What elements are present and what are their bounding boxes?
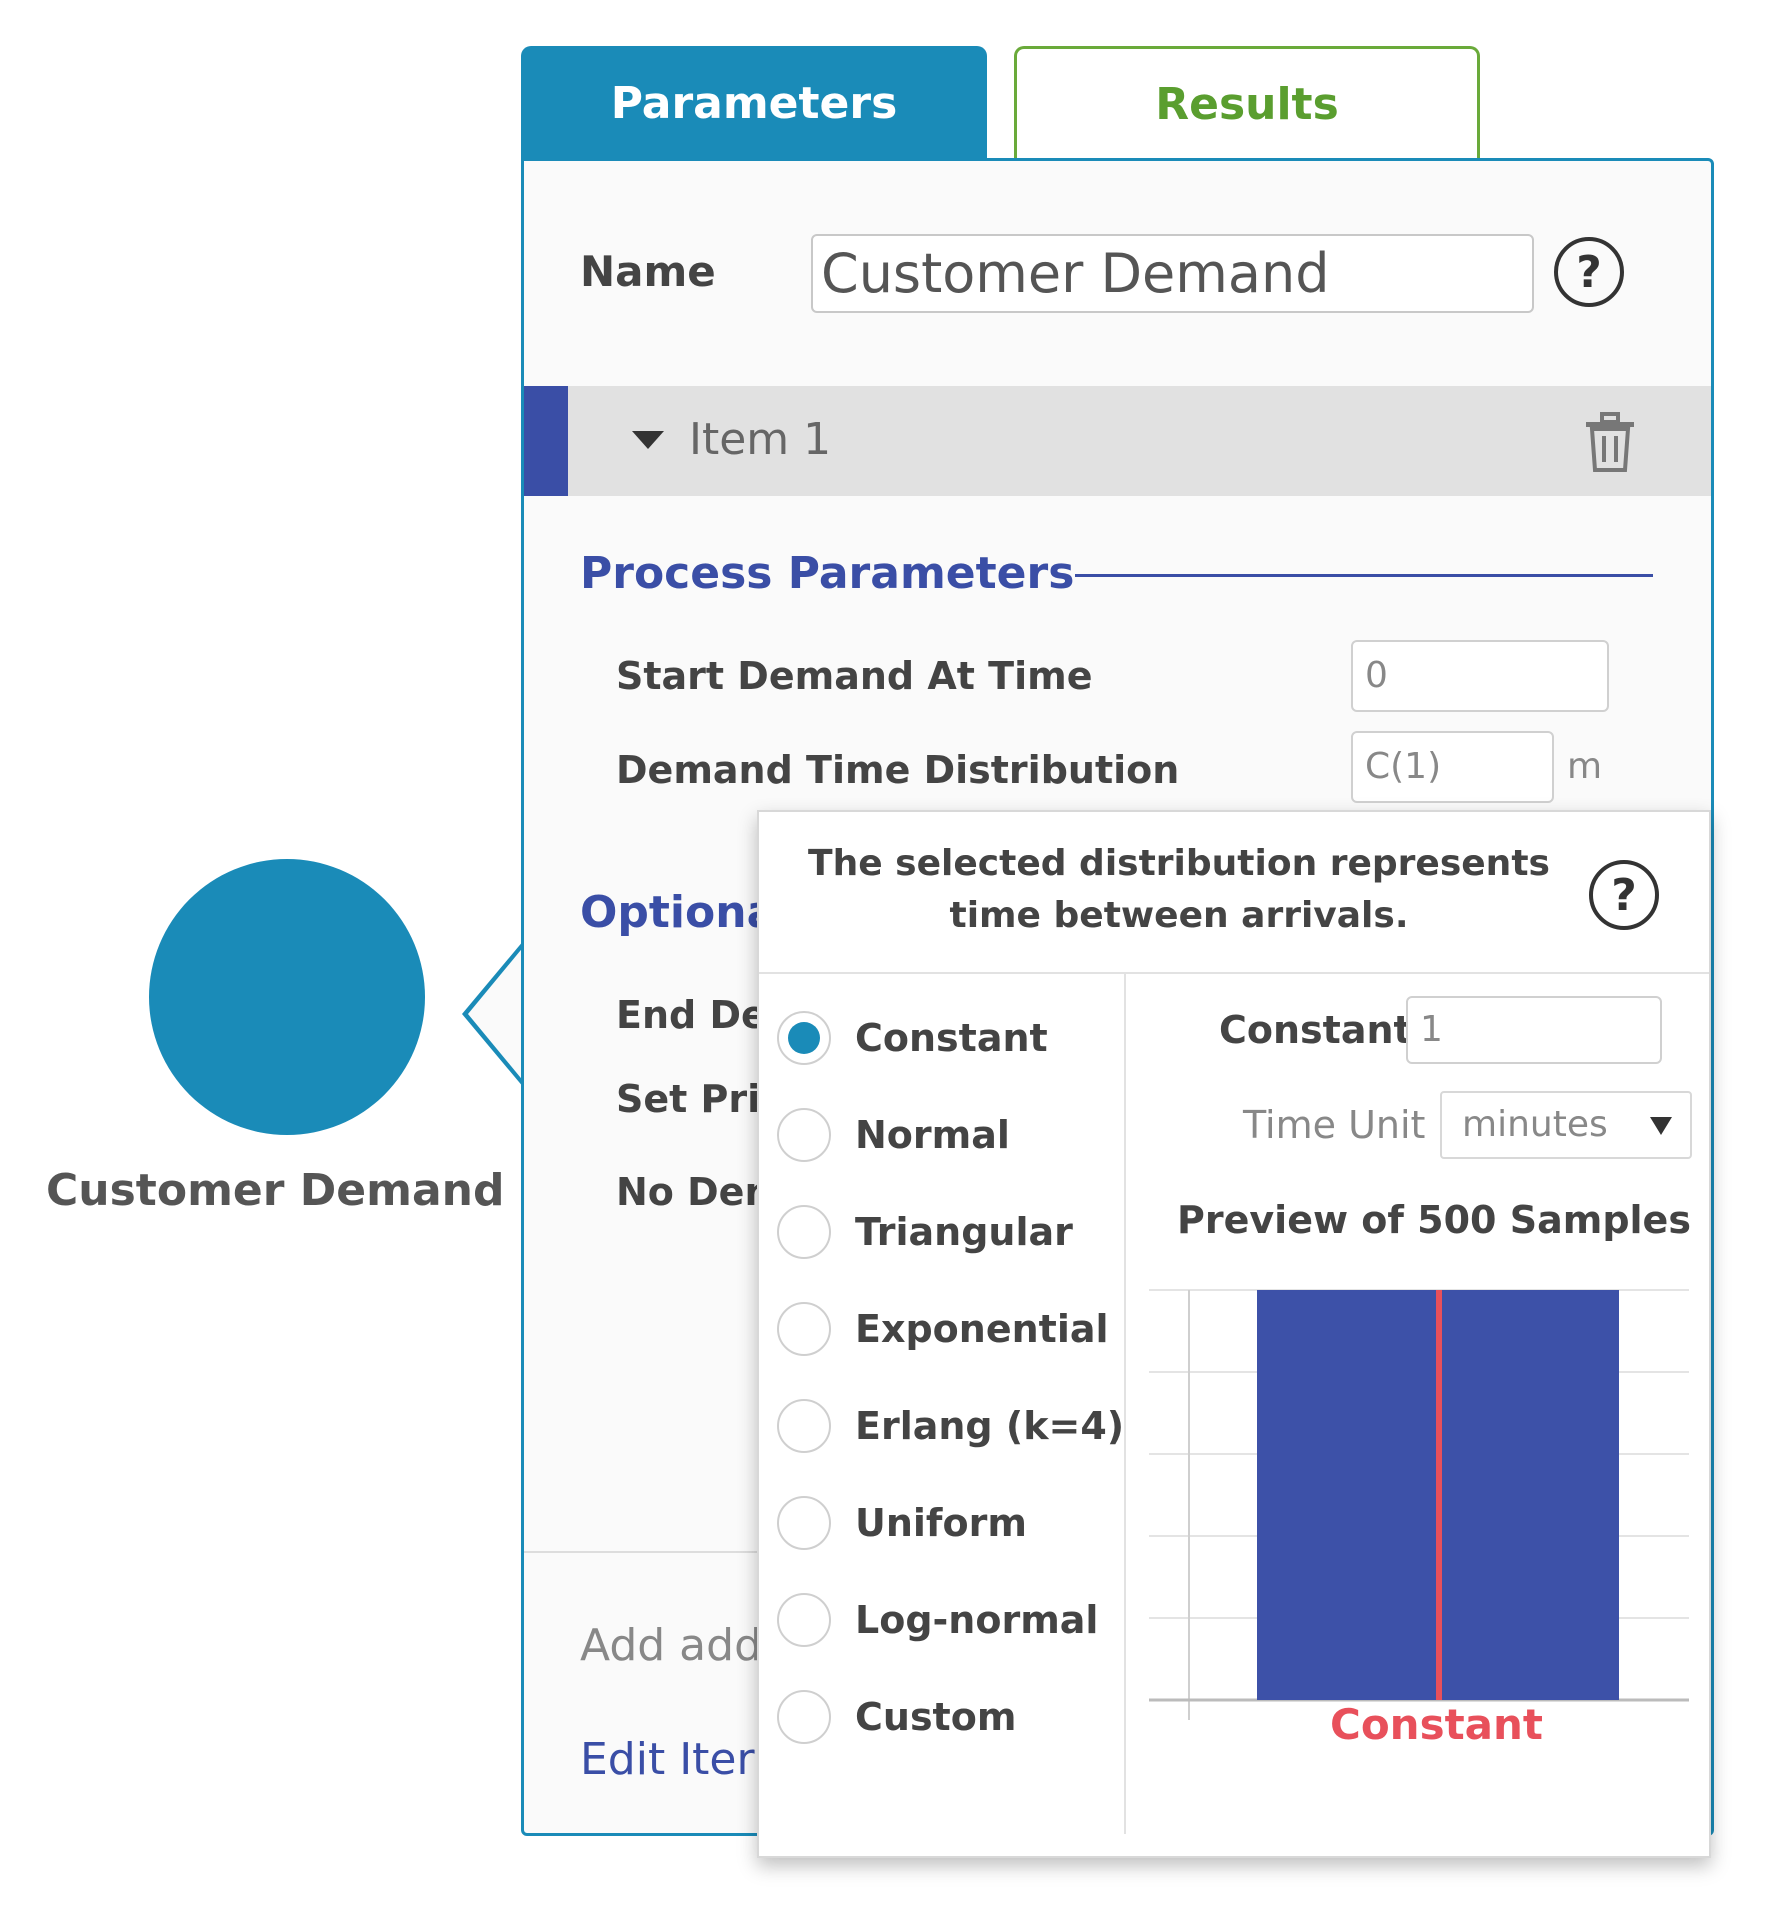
preview-title: Preview of 500 Samples <box>1177 1198 1691 1242</box>
add-additional-link[interactable]: Add add <box>580 1620 762 1671</box>
start-demand-input[interactable]: 0 <box>1351 640 1609 712</box>
radio-button[interactable] <box>777 1011 831 1065</box>
edit-items-link[interactable]: Edit Iter <box>580 1734 755 1785</box>
radio-button[interactable] <box>777 1690 831 1744</box>
radio-label: Triangular <box>855 1210 1073 1254</box>
radio-button[interactable] <box>777 1205 831 1259</box>
radio-label: Exponential <box>855 1307 1109 1351</box>
popup-description: The selected distribution represents tim… <box>808 843 1550 936</box>
radio-button[interactable] <box>777 1302 831 1356</box>
tab-results[interactable]: Results <box>1014 46 1480 160</box>
constant-input[interactable]: 1 <box>1406 996 1662 1064</box>
help-icon[interactable]: ? <box>1589 860 1659 930</box>
radio-uniform[interactable]: Uniform <box>777 1493 1027 1553</box>
radio-label: Uniform <box>855 1501 1027 1545</box>
name-label: Name <box>580 247 716 296</box>
radio-label: Constant <box>855 1016 1048 1060</box>
radio-label: Custom <box>855 1695 1017 1739</box>
popup-column-divider <box>1124 974 1126 1834</box>
no-demand-label: No Den <box>616 1170 772 1214</box>
panel-divider <box>524 1551 764 1553</box>
popup-header-divider <box>759 972 1709 974</box>
preview-histogram <box>1149 1289 1689 1720</box>
radio-custom[interactable]: Custom <box>777 1687 1016 1747</box>
help-icon[interactable]: ? <box>1554 237 1624 307</box>
distribution-popup: The selected distribution represents tim… <box>757 810 1711 1858</box>
end-demand-label: End De <box>616 993 767 1037</box>
section-divider <box>1075 574 1653 577</box>
process-parameters-heading: Process Parameters <box>580 548 1075 599</box>
name-field[interactable]: Customer Demand <box>811 234 1534 313</box>
constant-label: Constant <box>1219 1008 1412 1052</box>
radio-log-normal[interactable]: Log-normal <box>777 1590 1098 1650</box>
optional-section-heading: Optiona <box>580 887 777 938</box>
panel-pointer-fill <box>468 945 525 1083</box>
chevron-down-icon <box>1650 1117 1672 1135</box>
radio-selected-dot <box>788 1022 820 1054</box>
distribution-unit: m <box>1567 746 1603 787</box>
radio-label: Erlang (k=4) <box>855 1404 1125 1448</box>
item-header[interactable]: Item 1 <box>524 386 1711 496</box>
trash-icon[interactable] <box>1582 412 1638 474</box>
demand-distribution-input[interactable]: C(1) <box>1351 731 1554 803</box>
item-accent <box>524 386 568 496</box>
time-unit-select[interactable]: minutes <box>1440 1091 1692 1159</box>
node-label: Customer Demand <box>46 1165 505 1216</box>
caret-down-icon[interactable] <box>632 431 664 449</box>
radio-button[interactable] <box>777 1593 831 1647</box>
radio-triangular[interactable]: Triangular <box>777 1202 1073 1262</box>
customer-demand-node[interactable] <box>149 859 425 1135</box>
item-title: Item 1 <box>689 414 832 465</box>
start-demand-label: Start Demand At Time <box>616 654 1093 698</box>
radio-label: Log-normal <box>855 1598 1099 1642</box>
time-unit-label: Time Unit <box>1243 1103 1426 1147</box>
chart-x-label: Constant <box>1330 1700 1543 1749</box>
tab-parameters[interactable]: Parameters <box>521 46 987 160</box>
radio-normal[interactable]: Normal <box>777 1105 1010 1165</box>
radio-erlang-k-4[interactable]: Erlang (k=4) <box>777 1396 1124 1456</box>
radio-label: Normal <box>855 1113 1010 1157</box>
demand-distribution-label: Demand Time Distribution <box>616 748 1180 792</box>
radio-constant[interactable]: Constant <box>777 1008 1048 1068</box>
radio-button[interactable] <box>777 1496 831 1550</box>
radio-button[interactable] <box>777 1399 831 1453</box>
radio-button[interactable] <box>777 1108 831 1162</box>
time-unit-value: minutes <box>1462 1104 1608 1145</box>
radio-exponential[interactable]: Exponential <box>777 1299 1109 1359</box>
